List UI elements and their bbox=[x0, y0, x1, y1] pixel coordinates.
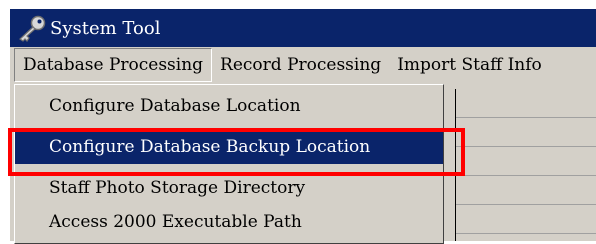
menu-bar: Database Processing Record Processing Im… bbox=[10, 47, 596, 83]
menu-record-processing[interactable]: Record Processing bbox=[212, 49, 389, 81]
access-2000-executable-path-item[interactable]: Access 2000 Executable Path bbox=[15, 205, 443, 239]
configure-database-backup-location-item[interactable]: Configure Database Backup Location bbox=[15, 130, 443, 164]
configure-database-location-item[interactable]: Configure Database Location bbox=[15, 89, 443, 123]
key-icon bbox=[19, 15, 46, 42]
content-grid bbox=[455, 89, 596, 241]
staff-photo-storage-directory-item[interactable]: Staff Photo Storage Directory bbox=[15, 171, 443, 205]
menu-import-staff-info[interactable]: Import Staff Info bbox=[389, 49, 550, 81]
window-title: System Tool bbox=[50, 17, 161, 39]
database-processing-dropdown: Configure Database Location Configure Da… bbox=[14, 84, 444, 244]
title-bar[interactable]: System Tool bbox=[10, 9, 596, 47]
menu-database-processing[interactable]: Database Processing bbox=[14, 48, 213, 82]
